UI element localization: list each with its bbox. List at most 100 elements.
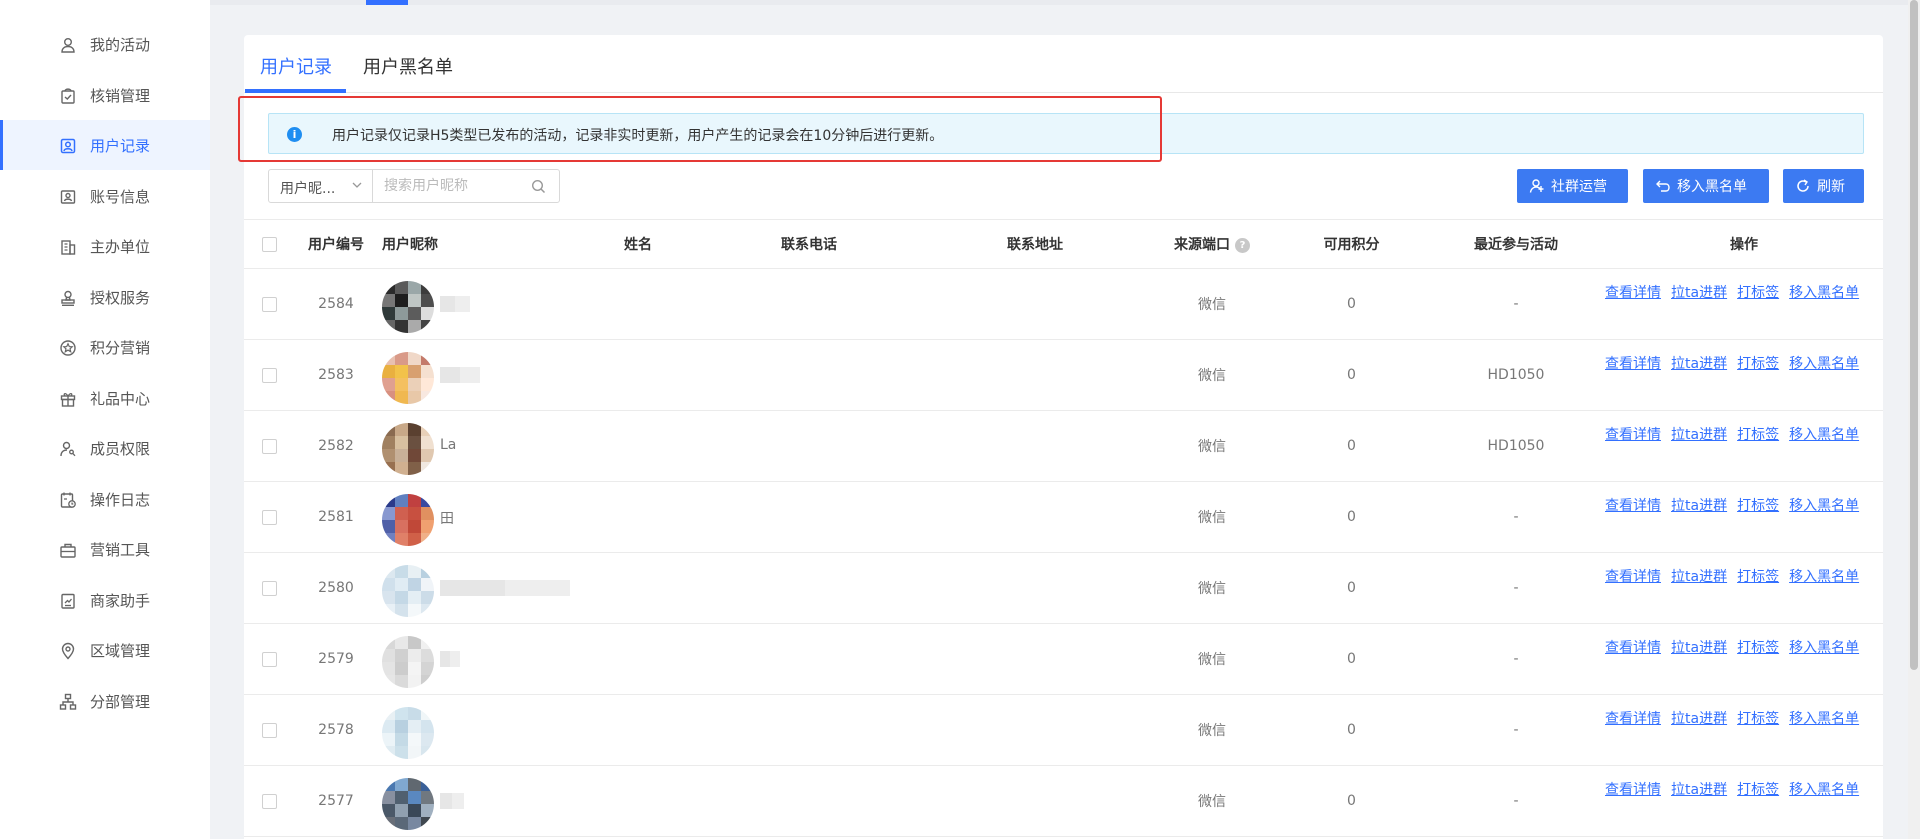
name-cell [580,481,696,553]
tag-link[interactable]: 打标签 [1737,569,1779,585]
sidebar-item-6[interactable]: 积分营销 [0,322,210,372]
move-to-blacklist-link[interactable]: 移入黑名单 [1789,782,1859,798]
sidebar-item-label: 用户记录 [90,137,151,155]
sidebar-item-2[interactable]: 用户记录 [0,120,210,170]
source-cell: 微信 [1148,268,1276,340]
sidebar-item-9[interactable]: 操作日志 [0,474,210,524]
sidebar-item-1[interactable]: 核销管理 [0,70,210,120]
stamp-icon [59,289,77,307]
actions-cell: 查看详情 拉ta进群 打标签 移入黑名单 [1605,339,1883,411]
row-checkbox[interactable] [261,509,277,525]
invite-to-group-link[interactable]: 拉ta进群 [1671,711,1727,727]
view-details-link[interactable]: 查看详情 [1605,498,1661,514]
move-to-blacklist-link[interactable]: 移入黑名单 [1789,711,1859,727]
row-checkbox[interactable] [261,722,277,738]
col-name: 姓名 [580,219,696,269]
sidebar-item-label: 核销管理 [90,86,151,105]
nickname-blur [440,296,470,312]
tag-link[interactable]: 打标签 [1737,782,1779,798]
community-ops-label: 社群运营 [1551,179,1607,195]
nickname-cell [378,694,580,766]
nickname-cell [378,765,580,837]
recent-activity-cell: - [1427,623,1605,695]
move-to-blacklist-link[interactable]: 移入黑名单 [1789,640,1859,656]
view-details-link[interactable]: 查看详情 [1605,711,1661,727]
view-details-link[interactable]: 查看详情 [1605,640,1661,656]
actions-cell: 查看详情 拉ta进群 打标签 移入黑名单 [1605,694,1883,766]
row-checkbox[interactable] [261,296,277,312]
row-checkbox[interactable] [261,793,277,809]
sidebar-item-0[interactable]: 我的活动 [0,19,210,69]
tag-link[interactable]: 打标签 [1737,427,1779,443]
tab-user-blacklist[interactable]: 用户黑名单 [363,53,453,79]
table-row: 2582 La 微信 0 HD1050 查看详情 拉ta进群 打标签 移入黑名单 [244,410,1883,482]
sidebar-item-12[interactable]: 区域管理 [0,625,210,675]
phone-cell [696,268,922,340]
sidebar-item-7[interactable]: 礼品中心 [0,373,210,423]
invite-to-group-link[interactable]: 拉ta进群 [1671,285,1727,301]
search-filter: 用户昵... [268,169,560,203]
user-icon [59,36,77,54]
table-row: 2580 微信 0- 查看详情 拉ta进群 打标签 移入黑名单 [244,552,1883,624]
col-source: 来源端口 [1174,237,1230,253]
move-to-blacklist-link[interactable]: 移入黑名单 [1789,356,1859,372]
address-cell [922,552,1148,624]
tag-link[interactable]: 打标签 [1737,711,1779,727]
phone-cell [696,552,922,624]
invite-to-group-link[interactable]: 拉ta进群 [1671,782,1727,798]
sidebar-item-10[interactable]: 营销工具 [0,524,210,574]
tag-link[interactable]: 打标签 [1737,640,1779,656]
users-icon [1529,179,1544,193]
view-details-link[interactable]: 查看详情 [1605,569,1661,585]
row-checkbox[interactable] [261,580,277,596]
row-checkbox[interactable] [261,651,277,667]
scrollbar-thumb[interactable] [1910,0,1918,670]
search-field-select[interactable]: 用户昵... [269,170,373,202]
sidebar-item-11[interactable]: 商家助手 [0,575,210,625]
invite-to-group-link[interactable]: 拉ta进群 [1671,427,1727,443]
avatar [382,281,434,333]
page-scrollbar[interactable] [1908,0,1920,839]
view-details-link[interactable]: 查看详情 [1605,356,1661,372]
actions-cell: 查看详情 拉ta进群 打标签 移入黑名单 [1605,765,1883,837]
sidebar-item-label: 积分营销 [90,339,151,357]
tag-link[interactable]: 打标签 [1737,356,1779,372]
sidebar-item-3[interactable]: 账号信息 [0,171,210,221]
view-details-link[interactable]: 查看详情 [1605,285,1661,301]
community-ops-button[interactable]: 社群运营 [1517,169,1628,203]
move-to-blacklist-link[interactable]: 移入黑名单 [1789,569,1859,585]
refresh-icon [1797,179,1809,192]
sidebar-item-8[interactable]: 成员权限 [0,423,210,473]
invite-to-group-link[interactable]: 拉ta进群 [1671,498,1727,514]
source-cell: 微信 [1148,623,1276,695]
gift-icon [59,390,77,408]
toolbox-icon [59,541,77,559]
select-all-checkbox[interactable] [261,236,277,252]
invite-to-group-link[interactable]: 拉ta进群 [1671,356,1727,372]
actions-cell: 查看详情 拉ta进群 打标签 移入黑名单 [1605,481,1883,553]
row-checkbox[interactable] [261,367,277,383]
tag-link[interactable]: 打标签 [1737,285,1779,301]
move-to-blacklist-link[interactable]: 移入黑名单 [1789,498,1859,514]
sidebar-item-4[interactable]: 主办单位 [0,221,210,271]
sidebar-item-5[interactable]: 授权服务 [0,272,210,322]
invite-to-group-link[interactable]: 拉ta进群 [1671,569,1727,585]
move-to-blacklist-button[interactable]: 移入黑名单 [1643,169,1769,203]
phone-cell [696,410,922,482]
row-select-cell [244,410,294,482]
move-to-blacklist-link[interactable]: 移入黑名单 [1789,427,1859,443]
nickname-blur [440,793,464,809]
view-details-link[interactable]: 查看详情 [1605,782,1661,798]
tab-user-records[interactable]: 用户记录 [260,53,332,79]
tag-link[interactable]: 打标签 [1737,498,1779,514]
sidebar-item-13[interactable]: 分部管理 [0,676,210,726]
move-to-blacklist-link[interactable]: 移入黑名单 [1789,285,1859,301]
row-checkbox[interactable] [261,438,277,454]
view-details-link[interactable]: 查看详情 [1605,427,1661,443]
avatar [382,778,434,830]
refresh-button[interactable]: 刷新 [1783,169,1864,203]
search-icon[interactable] [531,179,546,194]
invite-to-group-link[interactable]: 拉ta进群 [1671,640,1727,656]
select-value: 用户昵... [280,181,336,197]
help-icon[interactable]: ? [1235,237,1250,253]
